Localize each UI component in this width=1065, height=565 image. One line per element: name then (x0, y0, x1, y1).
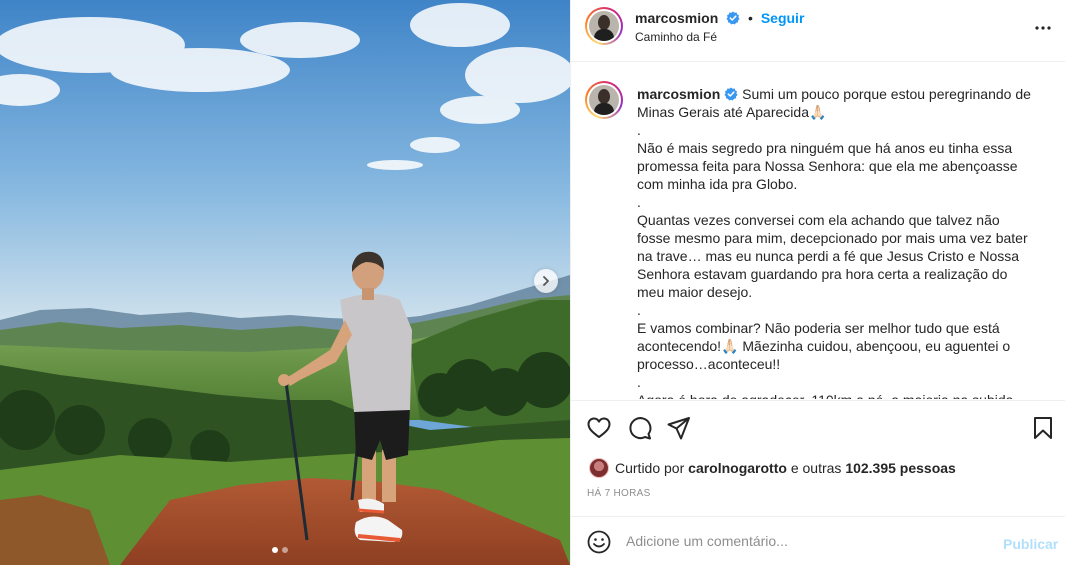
caption-line-7: . (637, 374, 641, 390)
likes-connector: e outras (790, 460, 842, 476)
caption-line-3: . (637, 194, 641, 210)
post-image[interactable] (0, 0, 570, 565)
header-separator: • (748, 10, 753, 26)
bookmark-icon[interactable] (1030, 415, 1056, 441)
follow-button[interactable]: Seguir (761, 10, 805, 26)
author-username[interactable]: marcosmion (635, 10, 718, 26)
caption-line-8: Agora é hora de agradecer. 110km a pé, a… (637, 391, 1037, 399)
carousel-dot (282, 547, 288, 553)
comment-icon[interactable] (627, 415, 653, 441)
publish-button[interactable]: Publicar (1003, 536, 1058, 552)
post-timestamp[interactable]: HÁ 7 HORAS (587, 488, 651, 499)
more-options-icon[interactable] (1031, 18, 1055, 38)
liker-avatar[interactable] (589, 458, 609, 478)
carousel-indicator (272, 547, 288, 553)
verified-badge-icon (724, 87, 738, 101)
caption-line-1: . (637, 122, 641, 138)
post-header: marcosmion • Seguir Caminho da Fé (571, 0, 1065, 62)
likes-summary: Curtido por carolnogarotto e outras 102.… (589, 458, 956, 478)
post-details-panel: marcosmion • Seguir Caminho da Fé marcos… (570, 0, 1065, 565)
comment-box: Publicar (571, 516, 1065, 565)
author-line: marcosmion • Seguir (635, 10, 804, 26)
heart-icon[interactable] (586, 415, 612, 441)
author-avatar[interactable] (585, 7, 623, 45)
carousel-dot-active (272, 547, 278, 553)
share-icon[interactable] (666, 415, 692, 441)
instagram-post: marcosmion • Seguir Caminho da Fé marcos… (0, 0, 1065, 565)
emoji-icon[interactable] (587, 530, 611, 554)
carousel-next-button[interactable] (534, 269, 558, 293)
likes-prefix: Curtido por (615, 460, 685, 476)
action-bar (571, 400, 1065, 452)
caption-line: marcosmion Sumi um pouco porque estou pe… (637, 85, 1037, 121)
caption-line-6: E vamos combinar? Não poderia ser melhor… (637, 320, 1011, 372)
caption-author-avatar[interactable] (585, 81, 623, 119)
post-photo-scene (0, 0, 570, 565)
caption-area: marcosmion Sumi um pouco porque estou pe… (571, 63, 1065, 399)
caption-line-4: Quantas vezes conversei com ela achando … (637, 212, 1028, 300)
caption-username[interactable]: marcosmion (637, 86, 720, 102)
likes-count[interactable]: 102.395 pessoas (845, 460, 956, 476)
caption-line-2: Não é mais segredo pra ninguém que há an… (637, 140, 1018, 192)
chevron-right-icon (543, 276, 549, 286)
comment-input[interactable] (626, 533, 966, 549)
post-location[interactable]: Caminho da Fé (635, 30, 717, 44)
liker-username[interactable]: carolnogarotto (688, 460, 787, 476)
verified-badge-icon (726, 11, 740, 25)
caption-line-5: . (637, 302, 641, 318)
caption-text: marcosmion Sumi um pouco porque estou pe… (637, 85, 1037, 399)
